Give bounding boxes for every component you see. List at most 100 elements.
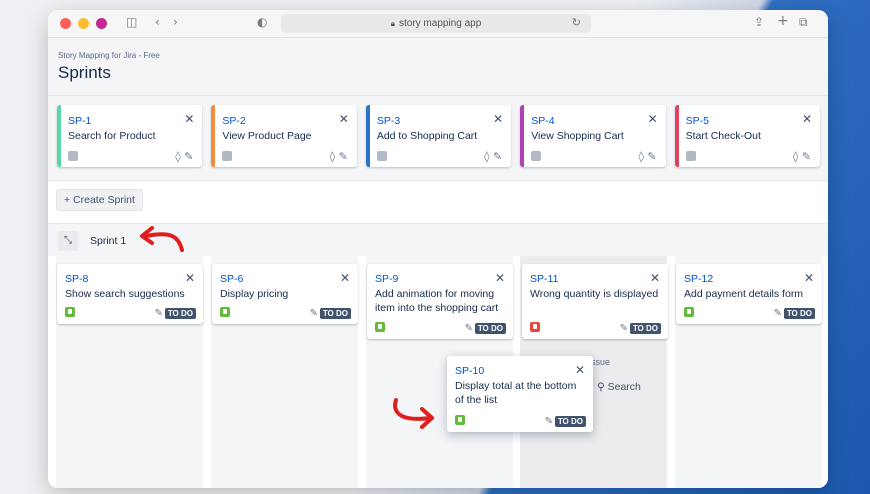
ghost-search[interactable]: ⚲ Search — [597, 381, 641, 393]
close-icon[interactable]: ✕ — [802, 112, 812, 126]
pencil-icon[interactable]: ✎ — [774, 308, 782, 319]
pencil-icon[interactable]: ✎ — [339, 150, 348, 163]
epic-key[interactable]: SP-4 — [531, 115, 657, 127]
issue-summary: Wrong quantity is displayed — [530, 288, 659, 300]
epic-card[interactable]: SP-1 Search for Product ✕ ◊ ✎ — [57, 105, 203, 167]
epic-actions: ◊ ✎ — [793, 150, 811, 163]
status-badge[interactable]: TO DO — [783, 308, 815, 319]
close-icon[interactable]: ✕ — [339, 112, 349, 126]
dragged-issue-card[interactable]: SP-10 Display total at the bottom of the… — [447, 356, 593, 432]
close-icon[interactable]: ✕ — [340, 271, 350, 285]
pencil-icon[interactable]: ✎ — [647, 150, 656, 163]
forward-icon[interactable]: › — [173, 15, 178, 29]
close-window-button[interactable] — [60, 18, 71, 29]
epic-key[interactable]: SP-5 — [686, 115, 812, 127]
annotation-arrow-icon — [140, 226, 184, 252]
close-icon[interactable]: ✕ — [575, 363, 585, 377]
pencil-icon[interactable]: ✎ — [802, 150, 811, 163]
reload-icon[interactable]: ↻ — [572, 16, 581, 29]
close-icon[interactable]: ✕ — [650, 271, 660, 285]
epic-summary: View Product Page — [222, 130, 312, 142]
status-badge[interactable]: TO DO — [164, 308, 196, 319]
zoom-window-button[interactable] — [96, 18, 107, 29]
color-drop-icon[interactable]: ◊ — [793, 150, 798, 163]
epic-type-icon — [68, 151, 78, 161]
epic-summary: Add to Shopping Cart — [376, 130, 478, 142]
create-sprint-row: + Create Sprint — [48, 181, 828, 224]
epic-type-icon — [376, 151, 387, 161]
epic-key[interactable]: SP-3 — [377, 115, 503, 127]
story-icon — [375, 322, 385, 332]
epic-key[interactable]: SP-2 — [222, 115, 348, 127]
sprint-board: SP-8 Show search suggestions ✕ ✎ TO DO S… — [48, 256, 828, 488]
epic-card[interactable]: SP-5 Start Check-Out ✕ ◊ ✎ — [674, 105, 821, 167]
issue-key[interactable]: SP-9 — [375, 273, 505, 285]
pencil-icon[interactable]: ✎ — [493, 150, 502, 163]
status-badge[interactable]: TO DO — [554, 416, 586, 427]
color-drop-icon[interactable]: ◊ — [638, 150, 643, 163]
close-icon[interactable]: ✕ — [493, 112, 503, 126]
tabs-overview-icon[interactable]: ⧉ — [799, 15, 808, 30]
issue-key[interactable]: SP-8 — [65, 273, 195, 285]
new-tab-icon[interactable]: + — [777, 13, 789, 29]
close-icon[interactable]: ✕ — [804, 271, 814, 285]
epic-card[interactable]: SP-4 View Shopping Cart ✕ ◊ ✎ — [520, 105, 666, 167]
pencil-icon[interactable]: ✎ — [155, 308, 163, 319]
epic-card[interactable]: SP-2 View Product Page ✕ ◊ ✎ — [211, 105, 357, 167]
pencil-icon[interactable]: ✎ — [184, 150, 193, 163]
ghost-search-label: Search — [607, 381, 641, 393]
back-icon[interactable]: ‹ — [155, 15, 160, 29]
app-name: Story Mapping for Jira - Free — [58, 51, 160, 60]
pencil-icon[interactable]: ✎ — [545, 416, 553, 427]
color-drop-icon[interactable]: ◊ — [330, 150, 335, 163]
epic-color-stripe — [520, 105, 525, 167]
status-badge[interactable]: TO DO — [629, 323, 661, 334]
close-icon[interactable]: ✕ — [495, 271, 505, 285]
privacy-shield-icon[interactable]: ◐ — [257, 15, 267, 29]
epic-card[interactable]: SP-3 Add to Shopping Cart ✕ ◊ ✎ — [365, 105, 512, 167]
story-icon — [684, 307, 694, 317]
collapse-icon[interactable]: ⤡ — [58, 230, 78, 251]
pencil-icon[interactable]: ✎ — [310, 308, 318, 319]
color-drop-icon[interactable]: ◊ — [175, 150, 180, 163]
issue-card[interactable]: SP-11 Wrong quantity is displayed ✕ ✎ TO… — [522, 264, 668, 339]
share-icon[interactable]: ⇪ — [754, 15, 764, 29]
bug-icon — [530, 322, 540, 332]
pencil-icon[interactable]: ✎ — [620, 323, 628, 334]
browser-titlebar: ◫ ‹ › ◐ 🔒︎ story mapping app ↻ ⇪ + ⧉ — [48, 10, 828, 38]
issue-card[interactable]: SP-8 Show search suggestions ✕ ✎ TO DO — [57, 264, 203, 324]
search-icon: ⚲ — [597, 381, 605, 393]
issue-key[interactable]: SP-6 — [220, 273, 350, 285]
close-icon[interactable]: ✕ — [185, 271, 195, 285]
status-badge[interactable]: TO DO — [319, 308, 351, 319]
pencil-icon[interactable]: ✎ — [465, 323, 473, 334]
issue-summary: Add animation for moving item into the s… — [375, 288, 499, 314]
story-icon — [220, 307, 230, 317]
create-sprint-button[interactable]: + Create Sprint — [56, 189, 143, 211]
minimize-window-button[interactable] — [78, 18, 89, 29]
issue-card[interactable]: SP-12 Add payment details form ✕ ✎ TO DO — [676, 264, 822, 324]
epic-key[interactable]: SP-1 — [68, 115, 194, 127]
issue-key[interactable]: SP-11 — [530, 273, 660, 285]
issue-card[interactable]: SP-6 Display pricing ✕ ✎ TO DO — [212, 264, 358, 324]
issue-key[interactable]: SP-10 — [455, 365, 585, 377]
address-bar[interactable]: 🔒︎ story mapping app ↻ — [281, 14, 591, 33]
issue-key[interactable]: SP-12 — [684, 273, 814, 285]
issue-summary: Add payment details form — [684, 288, 804, 300]
sprint-name: Sprint 1 — [90, 234, 127, 247]
epic-type-icon — [531, 151, 542, 161]
epic-row: SP-1 Search for Product ✕ ◊ ✎ SP-2 View … — [48, 96, 828, 181]
lock-icon: 🔒︎ — [390, 18, 395, 28]
sidebar-toggle-icon[interactable]: ◫ — [126, 15, 137, 29]
story-icon — [455, 415, 465, 425]
color-drop-icon[interactable]: ◊ — [484, 150, 489, 163]
issue-card[interactable]: SP-9 Add animation for moving item into … — [367, 264, 513, 339]
epic-color-stripe — [211, 105, 216, 167]
close-icon[interactable]: ✕ — [184, 112, 194, 126]
annotation-arrow-icon — [393, 398, 434, 429]
close-icon[interactable]: ✕ — [648, 112, 658, 126]
status-badge[interactable]: TO DO — [474, 323, 506, 334]
epic-actions: ◊ ✎ — [175, 150, 193, 163]
epic-summary: Start Check-Out — [685, 130, 761, 142]
epic-summary: Search for Product — [68, 130, 156, 142]
